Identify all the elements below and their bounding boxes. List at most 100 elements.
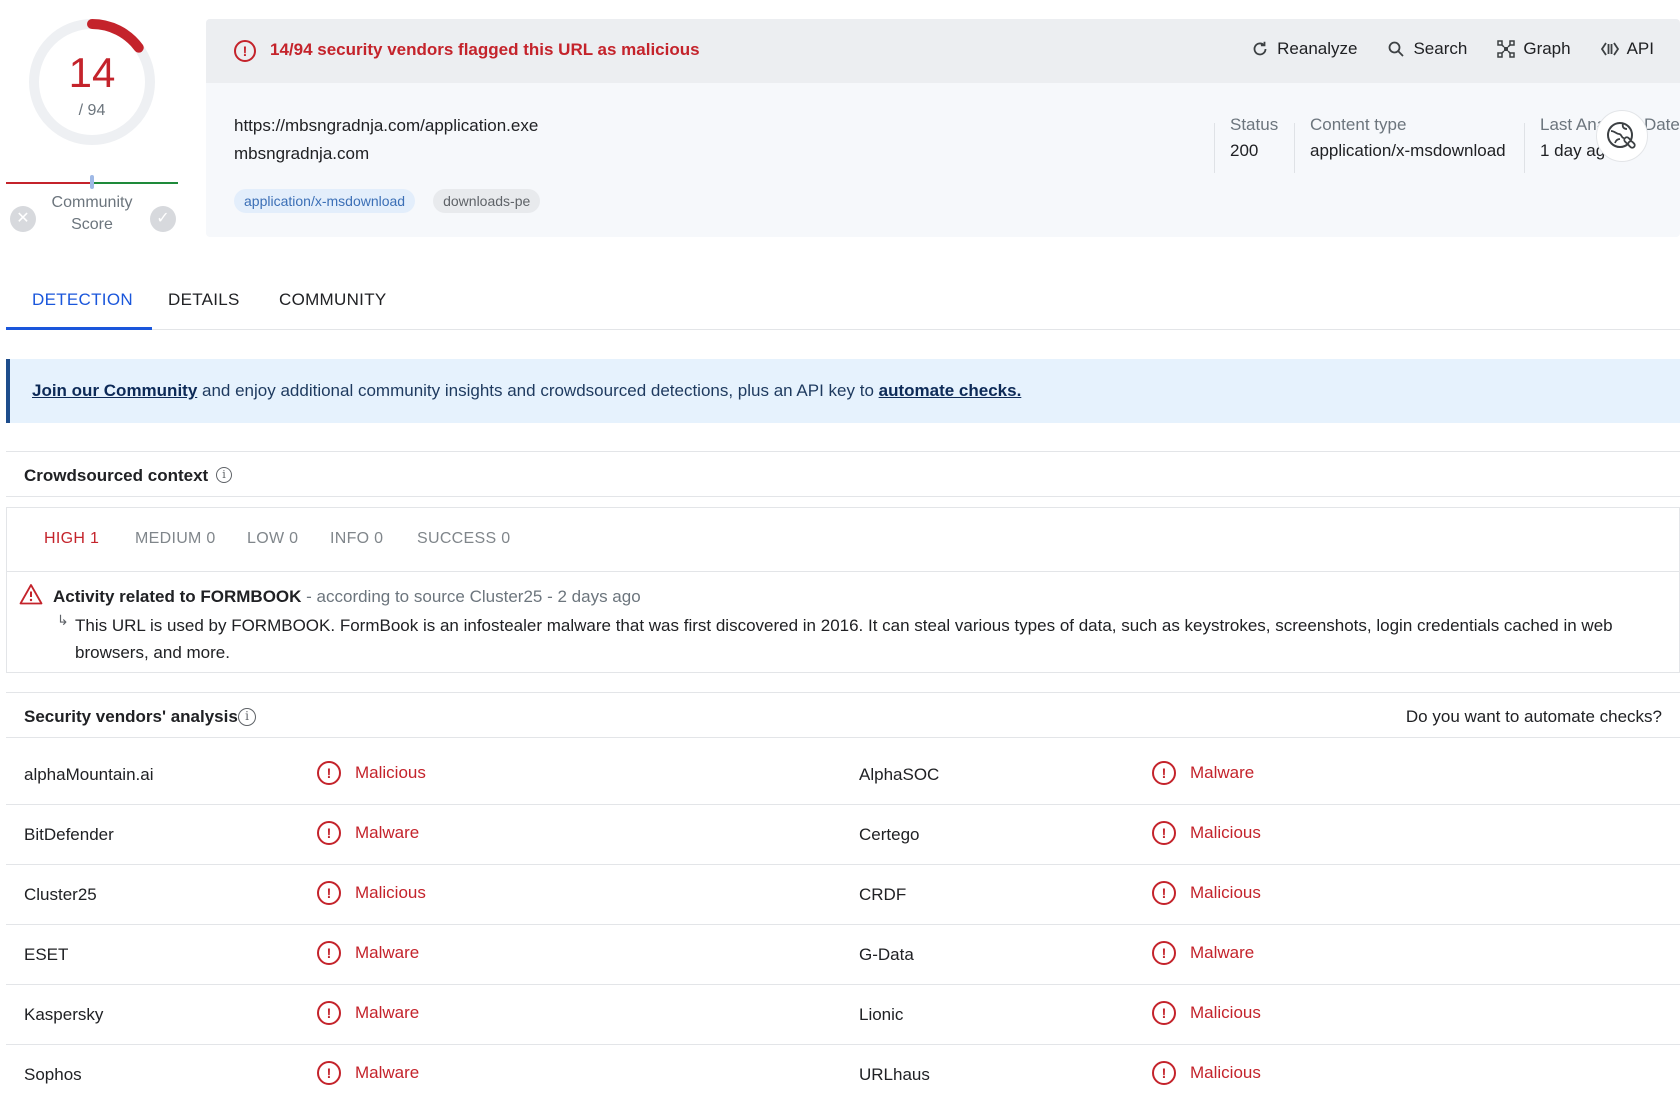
crowdsourced-context-header: Crowdsourced context i [6, 451, 1680, 497]
join-community-banner: Join our Community and enjoy additional … [6, 359, 1680, 423]
info-icon[interactable]: i [238, 708, 256, 726]
table-row: BitDefender ! Malware Certego ! Malicious [6, 805, 1680, 865]
join-community-link[interactable]: Join our Community [32, 381, 197, 400]
vendor-result: ! Malware [317, 941, 419, 965]
section-title: Crowdsourced context [24, 466, 209, 485]
vendors-analysis-header: Security vendors' analysis i Do you want… [6, 692, 1680, 738]
alert-circle-icon: ! [317, 761, 341, 785]
community-score-label: Community Score [51, 194, 133, 233]
vendor-result: ! Malicious [317, 761, 426, 785]
divider [1214, 123, 1215, 173]
section-title: Security vendors' analysis [24, 707, 238, 726]
detection-total: / 94 [78, 102, 106, 119]
vote-harmless-icon[interactable]: ✓ [150, 206, 176, 232]
filter-medium[interactable]: MEDIUM 0 [135, 530, 216, 548]
api-icon [1600, 40, 1619, 58]
alert-circle-icon: ! [1152, 1061, 1176, 1085]
warning-triangle-icon [19, 584, 43, 605]
alert-message: 14/94 security vendors flagged this URL … [270, 40, 700, 59]
alert-circle-icon: ! [317, 941, 341, 965]
vendor-result: ! Malware [317, 1001, 419, 1025]
alert-circle-icon: ! [317, 1001, 341, 1025]
status-field: Status 200 [1230, 115, 1279, 160]
globe-link-icon[interactable] [1596, 110, 1648, 162]
table-row: Cluster25 ! Malicious CRDF ! Malicious [6, 865, 1680, 925]
filter-success[interactable]: SUCCESS 0 [417, 530, 510, 548]
url-full[interactable]: https://mbsngradnja.com/application.exe [234, 116, 538, 136]
vendor-name: Sophos [24, 1065, 82, 1084]
vendor-name: alphaMountain.ai [24, 765, 154, 784]
vendor-result: ! Malware [1152, 941, 1254, 965]
vendor-name: Lionic [859, 1005, 904, 1024]
vendors-table: alphaMountain.ai ! Malicious AlphaSOC ! Ma… [6, 745, 1680, 1102]
automate-checks-link[interactable]: automate checks. [879, 381, 1022, 400]
search-icon [1387, 40, 1405, 58]
url-domain[interactable]: mbsngradnja.com [234, 144, 369, 164]
tab-community[interactable]: COMMUNITY [279, 290, 387, 310]
alert-circle-icon: ! [317, 1061, 341, 1085]
vendor-name: URLhaus [859, 1065, 930, 1084]
tab-bar: DETECTION DETAILS COMMUNITY [6, 268, 1680, 330]
refresh-icon [1251, 40, 1269, 58]
filter-low[interactable]: LOW 0 [247, 530, 298, 548]
community-score-bar [6, 175, 178, 189]
vendor-name: BitDefender [24, 825, 114, 844]
crowdsourced-context-panel: HIGH 1 MEDIUM 0 LOW 0 INFO 0 SUCCESS 0 A… [6, 507, 1680, 673]
table-row: alphaMountain.ai ! Malicious AlphaSOC ! Ma… [6, 745, 1680, 805]
status-value: 200 [1230, 141, 1259, 160]
content-type-value: application/x-msdownload [1310, 141, 1506, 160]
automate-checks-prompt[interactable]: Do you want to automate checks? [1406, 707, 1662, 727]
table-row: Sophos ! Malware URLhaus ! Malicious [6, 1045, 1680, 1102]
vendor-result: ! Malicious [1152, 1001, 1261, 1025]
vendor-result: ! Malicious [317, 881, 426, 905]
vendor-result: ! Malicious [1152, 821, 1261, 845]
context-item-title: Activity related to FORMBOOK - according… [53, 587, 641, 606]
table-row: Kaspersky ! Malware Lionic ! Malicious [6, 985, 1680, 1045]
alert-circle-icon: ! [1152, 1001, 1176, 1025]
vendor-name: Certego [859, 825, 920, 844]
api-button[interactable]: API [1600, 39, 1654, 59]
info-icon[interactable]: i [216, 467, 232, 483]
alert-circle-icon: ! [317, 821, 341, 845]
vote-harmful-icon[interactable]: ✕ [10, 206, 36, 232]
divider [1294, 123, 1295, 173]
vendor-result: ! Malware [317, 1061, 419, 1085]
content-type-field: Content type application/x-msdownload [1310, 115, 1506, 160]
alert-circle-icon: ! [1152, 821, 1176, 845]
active-tab-indicator [6, 327, 152, 330]
divider [1524, 123, 1525, 173]
tab-details[interactable]: DETAILS [168, 290, 240, 310]
alert-circle-icon: ! [1152, 761, 1176, 785]
severity-filters: HIGH 1 MEDIUM 0 LOW 0 INFO 0 SUCCESS 0 [7, 508, 1679, 572]
vendor-name: AlphaSOC [859, 765, 940, 784]
url-summary-card: ! 14/94 security vendors flagged this UR… [206, 19, 1680, 237]
tab-detection[interactable]: DETECTION [32, 290, 133, 310]
alert-circle-icon: ! [317, 881, 341, 905]
vendor-name: Kaspersky [24, 1005, 104, 1024]
filter-info[interactable]: INFO 0 [330, 530, 383, 548]
detection-count: 14 [68, 49, 116, 96]
alert-bar: ! 14/94 security vendors flagged this UR… [206, 19, 1680, 83]
alert-circle-icon: ! [1152, 881, 1176, 905]
vendor-name: Cluster25 [24, 885, 97, 904]
action-toolbar: Reanalyze Search Graph API [1251, 39, 1654, 59]
tag-content-type[interactable]: application/x-msdownload [234, 189, 416, 213]
search-button[interactable]: Search [1387, 39, 1467, 59]
filter-high[interactable]: HIGH 1 [44, 530, 99, 548]
community-score-marker [90, 175, 94, 189]
vendor-result: ! Malicious [1152, 881, 1261, 905]
alert-circle-icon: ! [1152, 941, 1176, 965]
graph-button[interactable]: Graph [1497, 39, 1571, 59]
context-item-description: This URL is used by FORMBOOK. FormBook i… [75, 616, 1613, 662]
tag-list: application/x-msdownload downloads-pe [234, 189, 541, 213]
vendor-name: G-Data [859, 945, 914, 964]
vendor-result: ! Malware [1152, 761, 1254, 785]
detection-score-widget: 14 / 94 ✕ Community Score ✓ [6, 16, 178, 241]
reanalyze-button[interactable]: Reanalyze [1251, 39, 1357, 59]
vendor-name: ESET [24, 945, 69, 964]
tag-downloads-pe[interactable]: downloads-pe [433, 189, 541, 213]
vendor-result: ! Malicious [1152, 1061, 1261, 1085]
alert-circle-icon: ! [234, 40, 256, 62]
vendor-name: CRDF [859, 885, 907, 904]
graph-icon [1497, 40, 1516, 58]
